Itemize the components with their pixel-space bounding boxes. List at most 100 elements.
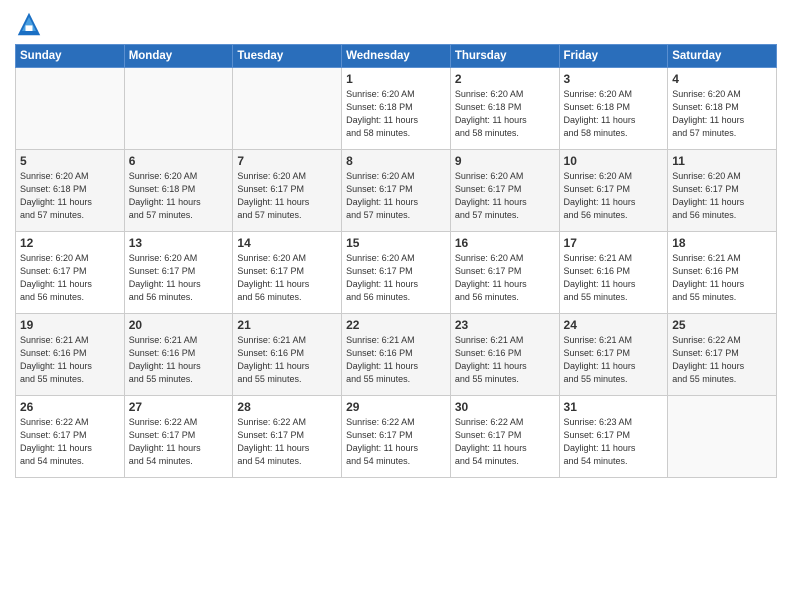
calendar-cell: 27 Sunrise: 6:22 AM Sunset: 6:17 PM Dayli… [124, 396, 233, 478]
week-row-1: 1Sunrise: 6:20 AM Sunset: 6:18 PM Daylig… [16, 68, 777, 150]
day-info: Sunrise: 6:22 AM Sunset: 6:17 PM Dayligh… [237, 416, 337, 468]
calendar-cell: 18 Sunrise: 6:21 AM Sunset: 6:16 PM Dayli… [668, 232, 777, 314]
day-number: 6 [129, 154, 229, 168]
calendar-cell: 5 Sunrise: 6:20 AM Sunset: 6:18 PM Daylig… [16, 150, 125, 232]
day-info: Sunrise: 6:21 AM Sunset: 6:16 PM Dayligh… [564, 252, 664, 304]
page: SundayMondayTuesdayWednesdayThursdayFrid… [0, 0, 792, 612]
day-info: Sunrise: 6:21 AM Sunset: 6:16 PM Dayligh… [455, 334, 555, 386]
day-info: Sunrise: 6:20 AM Sunset: 6:17 PM Dayligh… [455, 170, 555, 222]
day-info: Sunrise: 6:20 AM Sunset: 6:17 PM Dayligh… [564, 170, 664, 222]
day-info: Sunrise: 6:20 AM Sunset: 6:18 PM Dayligh… [346, 88, 446, 140]
header [15, 10, 777, 38]
col-header-wednesday: Wednesday [342, 45, 451, 68]
calendar-cell: 21 Sunrise: 6:21 AM Sunset: 6:16 PM Dayli… [233, 314, 342, 396]
calendar-cell: 29 Sunrise: 6:22 AM Sunset: 6:17 PM Dayli… [342, 396, 451, 478]
calendar-cell: 30Sunrise: 6:22 AM Sunset: 6:17 PM Dayli… [450, 396, 559, 478]
header-row: SundayMondayTuesdayWednesdayThursdayFrid… [16, 45, 777, 68]
calendar-cell: 4 Sunrise: 6:20 AM Sunset: 6:18 PM Daylig… [668, 68, 777, 150]
day-info: Sunrise: 6:22 AM Sunset: 6:17 PM Dayligh… [346, 416, 446, 468]
day-info: Sunrise: 6:22 AM Sunset: 6:17 PM Dayligh… [129, 416, 229, 468]
calendar-cell: 25Sunrise: 6:22 AM Sunset: 6:17 PM Dayli… [668, 314, 777, 396]
day-number: 16 [455, 236, 555, 250]
day-number: 28 [237, 400, 337, 414]
col-header-thursday: Thursday [450, 45, 559, 68]
col-header-friday: Friday [559, 45, 668, 68]
day-info: Sunrise: 6:21 AM Sunset: 6:17 PM Dayligh… [564, 334, 664, 386]
logo [15, 10, 47, 38]
day-info: Sunrise: 6:20 AM Sunset: 6:17 PM Dayligh… [672, 170, 772, 222]
day-number: 31 [564, 400, 664, 414]
calendar-cell [668, 396, 777, 478]
week-row-4: 19 Sunrise: 6:21 AM Sunset: 6:16 PM Dayli… [16, 314, 777, 396]
day-number: 3 [564, 72, 664, 86]
calendar-cell: 9 Sunrise: 6:20 AM Sunset: 6:17 PM Daylig… [450, 150, 559, 232]
col-header-monday: Monday [124, 45, 233, 68]
day-info: Sunrise: 6:21 AM Sunset: 6:16 PM Dayligh… [237, 334, 337, 386]
day-number: 26 [20, 400, 120, 414]
calendar-cell: 6 Sunrise: 6:20 AM Sunset: 6:18 PM Daylig… [124, 150, 233, 232]
week-row-5: 26 Sunrise: 6:22 AM Sunset: 6:17 PM Dayli… [16, 396, 777, 478]
day-number: 19 [20, 318, 120, 332]
day-info: Sunrise: 6:20 AM Sunset: 6:17 PM Dayligh… [237, 252, 337, 304]
day-info: Sunrise: 6:20 AM Sunset: 6:17 PM Dayligh… [455, 252, 555, 304]
day-number: 15 [346, 236, 446, 250]
day-number: 17 [564, 236, 664, 250]
calendar-cell: 19Sunrise: 6:21 AM Sunset: 6:16 PM Dayli… [16, 314, 125, 396]
day-info: Sunrise: 6:20 AM Sunset: 6:18 PM Dayligh… [129, 170, 229, 222]
day-info: Sunrise: 6:20 AM Sunset: 6:18 PM Dayligh… [672, 88, 772, 140]
week-row-2: 5 Sunrise: 6:20 AM Sunset: 6:18 PM Daylig… [16, 150, 777, 232]
calendar-cell: 7 Sunrise: 6:20 AM Sunset: 6:17 PM Daylig… [233, 150, 342, 232]
day-number: 29 [346, 400, 446, 414]
day-number: 24 [564, 318, 664, 332]
day-info: Sunrise: 6:20 AM Sunset: 6:17 PM Dayligh… [346, 170, 446, 222]
day-number: 21 [237, 318, 337, 332]
calendar-cell: 24 Sunrise: 6:21 AM Sunset: 6:17 PM Dayli… [559, 314, 668, 396]
calendar-cell: 3 Sunrise: 6:20 AM Sunset: 6:18 PM Daylig… [559, 68, 668, 150]
day-number: 12 [20, 236, 120, 250]
day-number: 18 [672, 236, 772, 250]
day-info: Sunrise: 6:21 AM Sunset: 6:16 PM Dayligh… [346, 334, 446, 386]
calendar-cell: 13 Sunrise: 6:20 AM Sunset: 6:17 PM Dayli… [124, 232, 233, 314]
day-info: Sunrise: 6:20 AM Sunset: 6:17 PM Dayligh… [346, 252, 446, 304]
day-number: 27 [129, 400, 229, 414]
calendar-cell: 15 Sunrise: 6:20 AM Sunset: 6:17 PM Dayli… [342, 232, 451, 314]
day-number: 13 [129, 236, 229, 250]
day-info: Sunrise: 6:20 AM Sunset: 6:18 PM Dayligh… [20, 170, 120, 222]
day-number: 4 [672, 72, 772, 86]
col-header-sunday: Sunday [16, 45, 125, 68]
calendar-cell: 10 Sunrise: 6:20 AM Sunset: 6:17 PM Dayli… [559, 150, 668, 232]
calendar-cell [233, 68, 342, 150]
day-number: 25 [672, 318, 772, 332]
day-number: 23 [455, 318, 555, 332]
day-info: Sunrise: 6:20 AM Sunset: 6:17 PM Dayligh… [237, 170, 337, 222]
day-info: Sunrise: 6:22 AM Sunset: 6:17 PM Dayligh… [20, 416, 120, 468]
day-number: 5 [20, 154, 120, 168]
day-info: Sunrise: 6:21 AM Sunset: 6:16 PM Dayligh… [129, 334, 229, 386]
calendar-cell: 16 Sunrise: 6:20 AM Sunset: 6:17 PM Dayli… [450, 232, 559, 314]
calendar-cell: 8Sunrise: 6:20 AM Sunset: 6:17 PM Daylig… [342, 150, 451, 232]
day-number: 14 [237, 236, 337, 250]
day-info: Sunrise: 6:20 AM Sunset: 6:18 PM Dayligh… [455, 88, 555, 140]
day-number: 2 [455, 72, 555, 86]
calendar-cell: 2 Sunrise: 6:20 AM Sunset: 6:18 PM Daylig… [450, 68, 559, 150]
day-number: 10 [564, 154, 664, 168]
calendar-cell: 17 Sunrise: 6:21 AM Sunset: 6:16 PM Dayli… [559, 232, 668, 314]
week-row-3: 12 Sunrise: 6:20 AM Sunset: 6:17 PM Dayli… [16, 232, 777, 314]
calendar-cell: 31 Sunrise: 6:23 AM Sunset: 6:17 PM Dayli… [559, 396, 668, 478]
day-number: 20 [129, 318, 229, 332]
col-header-saturday: Saturday [668, 45, 777, 68]
day-info: Sunrise: 6:20 AM Sunset: 6:17 PM Dayligh… [129, 252, 229, 304]
calendar-cell: 11Sunrise: 6:20 AM Sunset: 6:17 PM Dayli… [668, 150, 777, 232]
calendar-cell [16, 68, 125, 150]
day-info: Sunrise: 6:23 AM Sunset: 6:17 PM Dayligh… [564, 416, 664, 468]
calendar-cell: 1Sunrise: 6:20 AM Sunset: 6:18 PM Daylig… [342, 68, 451, 150]
col-header-tuesday: Tuesday [233, 45, 342, 68]
day-number: 7 [237, 154, 337, 168]
day-info: Sunrise: 6:20 AM Sunset: 6:17 PM Dayligh… [20, 252, 120, 304]
calendar-cell: 12 Sunrise: 6:20 AM Sunset: 6:17 PM Dayli… [16, 232, 125, 314]
day-number: 9 [455, 154, 555, 168]
calendar-cell [124, 68, 233, 150]
day-info: Sunrise: 6:21 AM Sunset: 6:16 PM Dayligh… [672, 252, 772, 304]
day-info: Sunrise: 6:20 AM Sunset: 6:18 PM Dayligh… [564, 88, 664, 140]
day-number: 22 [346, 318, 446, 332]
